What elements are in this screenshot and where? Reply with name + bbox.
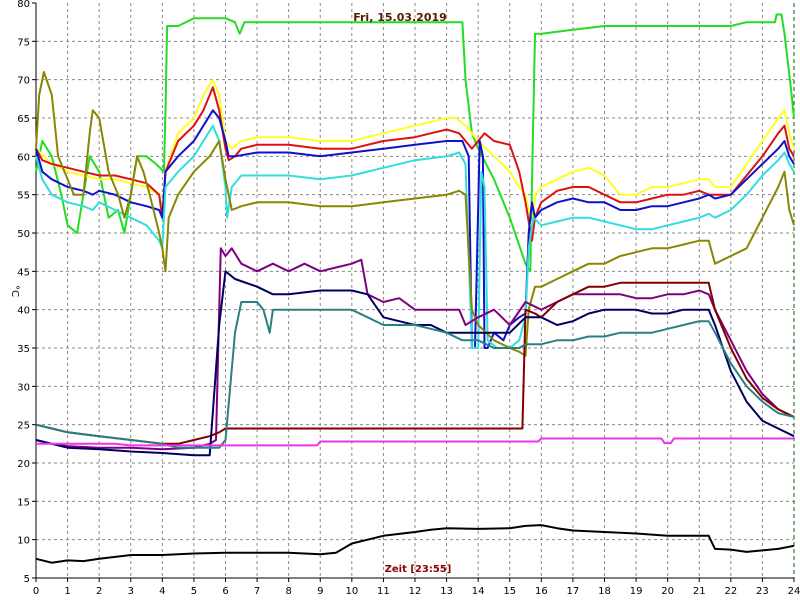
x-tick-label: 15	[503, 586, 516, 597]
chart-svg: 0 1 2 3 4 5 6 7 8 9 10 11 12 13 14 15 16 17 18 19 20 21 22 23 24…	[0, 0, 800, 600]
x-tick-label: 1	[64, 586, 70, 597]
x-tick-label: 21	[693, 586, 706, 597]
y-tick-label: 5	[24, 574, 30, 585]
x-tick-label: 23	[756, 586, 769, 597]
x-tick-label: 12	[409, 586, 422, 597]
x-tick-label: 6	[222, 586, 228, 597]
y-tick-label: 75	[17, 37, 30, 48]
y-tick-label: 20	[17, 459, 30, 470]
x-axis-label: Zeit [23:55]	[385, 564, 452, 575]
y-tick-label: 55	[17, 191, 30, 202]
x-tick-label: 17	[567, 586, 580, 597]
x-tick-label: 20	[661, 586, 674, 597]
x-tick-label: 0	[33, 586, 39, 597]
chart: 0 1 2 3 4 5 6 7 8 9 10 11 12 13 14 15 16 17 18 19 20 21 22 23 24…	[0, 0, 800, 600]
x-tick-label: 14	[472, 586, 485, 597]
x-tick-label: 9	[317, 586, 323, 597]
x-tick-label: 4	[159, 586, 165, 597]
x-tick-label: 2	[96, 586, 102, 597]
x-tick-label: 22	[724, 586, 737, 597]
y-tick-label: 45	[17, 267, 30, 278]
y-tick-label: 15	[17, 497, 30, 508]
x-tick-label: 7	[254, 586, 260, 597]
x-tick-label: 24	[788, 586, 800, 597]
x-tick-label: 11	[377, 586, 390, 597]
y-tick-label: 30	[17, 382, 30, 393]
y-tick-label: 35	[17, 344, 30, 355]
y-tick-label: 25	[17, 421, 30, 432]
x-tick-label: 16	[535, 586, 548, 597]
y-tick-label: 80	[17, 0, 30, 10]
x-tick-label: 19	[630, 586, 643, 597]
y-tick-label: 50	[17, 229, 30, 240]
y-axis-label: °C	[9, 285, 20, 297]
y-tick-label: 40	[17, 306, 30, 317]
x-tick-label: 5	[191, 586, 197, 597]
y-tick-label: 10	[17, 536, 30, 547]
x-tick-label: 13	[440, 586, 453, 597]
y-tick-label: 60	[17, 152, 30, 163]
x-tick-label: 3	[128, 586, 134, 597]
x-tick-label: 10	[345, 586, 358, 597]
chart-title: Fri, 15.03.2019	[353, 11, 447, 24]
x-tick-label: 8	[285, 586, 291, 597]
x-tick-label: 18	[598, 586, 611, 597]
y-tick-label: 65	[17, 114, 30, 125]
y-tick-label: 70	[17, 76, 30, 87]
